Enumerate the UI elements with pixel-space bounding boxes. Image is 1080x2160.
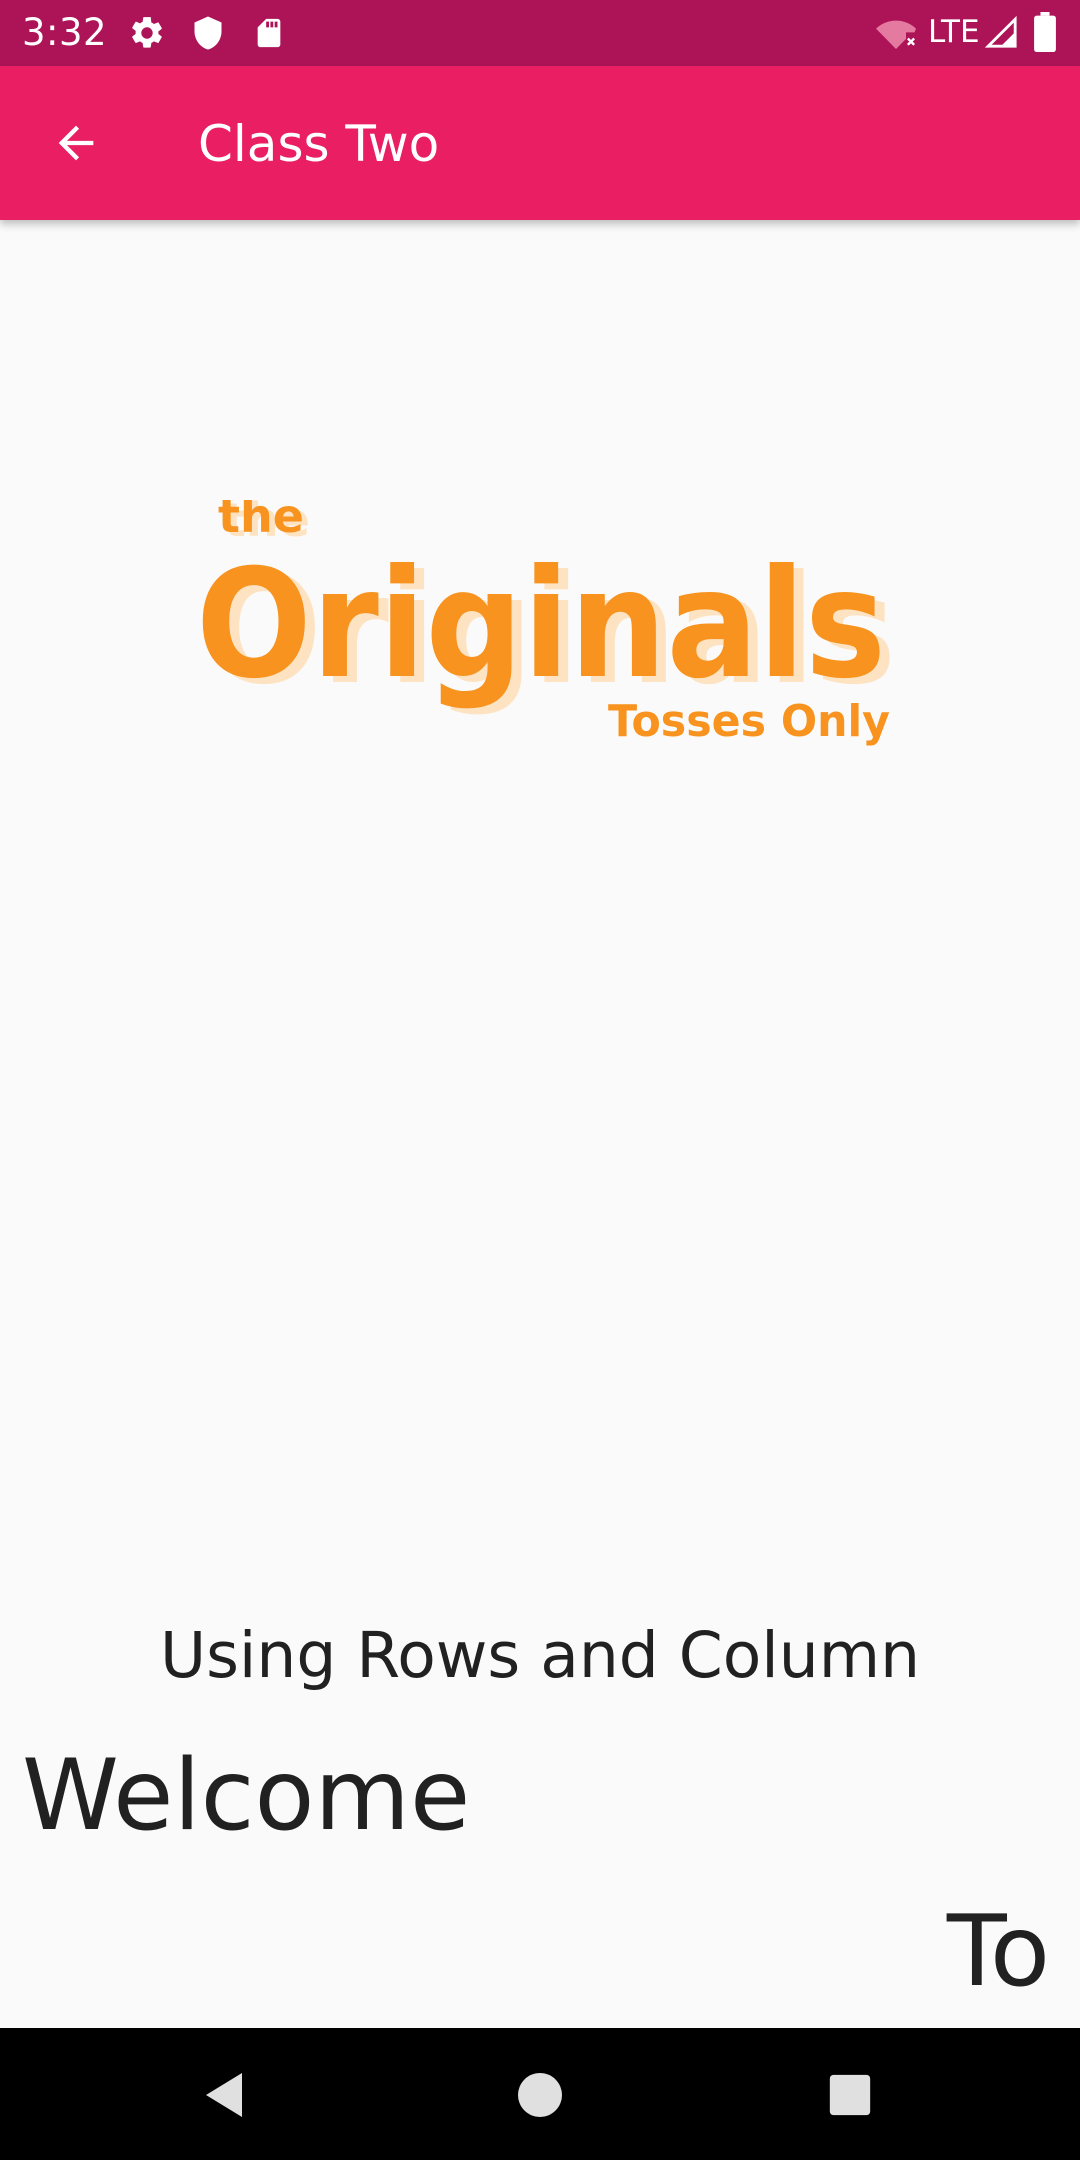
navigation-bar [0,2028,1080,2160]
back-button[interactable] [36,110,116,176]
app-bar: Class Two [0,66,1080,220]
status-time: 3:32 [22,11,108,54]
logo-tosses-only: Tosses Only [608,696,890,747]
battery-icon [1034,12,1056,56]
originals-logo: the Originals the Originals Tosses Only [190,489,910,760]
nav-home-button[interactable] [500,2058,580,2132]
nav-recents-icon [829,2074,871,2116]
logo-originals: Originals [196,538,886,712]
shield-icon [190,14,226,56]
network-type: LTE [928,14,980,50]
nav-recents-button[interactable] [810,2058,890,2132]
arrow-back-icon [58,125,94,161]
subtitle-text: Using Rows and Column [159,1619,921,1692]
wifi-off-icon [874,14,918,58]
to-text: To [946,1895,1050,2009]
logo-the: the [218,500,304,543]
sd-card-icon [252,14,286,56]
cell-signal-icon [984,14,1018,54]
nav-home-icon [518,2073,562,2117]
nav-back-button[interactable] [186,2058,266,2132]
status-bar: 3:32 LTE [0,0,1080,66]
settings-icon [128,14,166,56]
welcome-text: Welcome [22,1739,471,1853]
nav-back-icon [206,2073,242,2117]
app-title: Class Two [198,115,440,173]
screen: 3:32 LTE Class Two the Originals the Ori… [0,0,1080,2160]
